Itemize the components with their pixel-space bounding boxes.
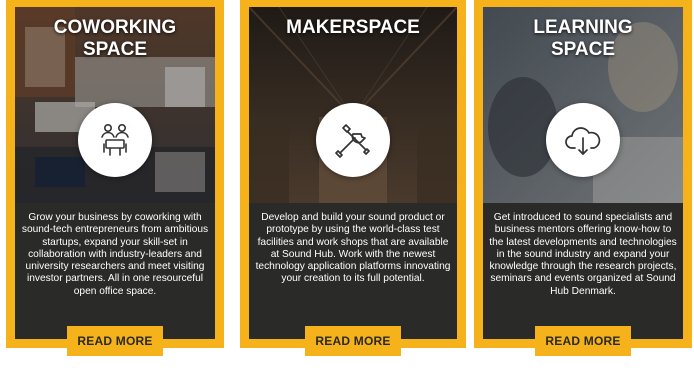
card-title: MAKERSPACE [286, 17, 420, 38]
card-makerspace: MAKERSPACE Develop and build your sound … [240, 0, 466, 356]
cloud-download-icon [546, 103, 620, 177]
read-more-button[interactable]: READ MORE [535, 326, 631, 356]
card-description: Grow your business by coworking with sou… [21, 212, 209, 297]
tools-icon [316, 103, 390, 177]
people-meeting-icon [78, 103, 152, 177]
read-more-button[interactable]: READ MORE [305, 326, 401, 356]
service-cards: COWORKING SPACE Grow your business by co… [0, 0, 694, 372]
card-panel: LEARNING SPACE Get introduced to sound s… [483, 7, 683, 339]
card-description: Develop and build your sound product or … [255, 212, 451, 285]
card-title: COWORKING SPACE [53, 17, 177, 60]
card-coworking: COWORKING SPACE Grow your business by co… [6, 0, 224, 356]
read-more-button[interactable]: READ MORE [67, 326, 163, 356]
card-description: Get introduced to sound specialists and … [489, 212, 677, 297]
card-title: LEARNING SPACE [533, 17, 633, 60]
card-panel: COWORKING SPACE Grow your business by co… [15, 7, 215, 339]
card-learning: LEARNING SPACE Get introduced to sound s… [474, 0, 692, 356]
card-panel: MAKERSPACE Develop and build your sound … [249, 7, 457, 339]
